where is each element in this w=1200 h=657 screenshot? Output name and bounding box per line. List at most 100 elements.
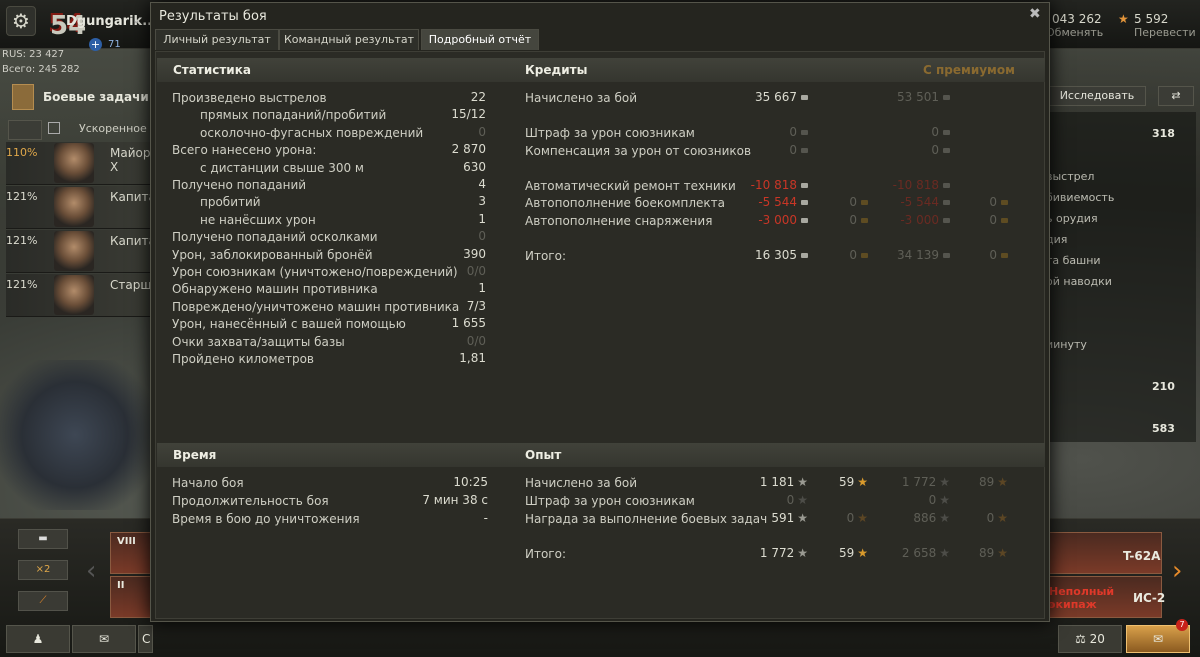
research-button[interactable]: Исследовать (1048, 86, 1146, 106)
filter-x2-button[interactable]: ×2 (18, 560, 68, 580)
free-xp-star-icon: ★ (997, 546, 1008, 560)
plus-icon[interactable]: + (89, 38, 102, 51)
credit-premium-value: -5 544 (856, 195, 950, 209)
tank-card[interactable]: T-62A (1048, 532, 1162, 574)
chat-icon[interactable]: ✉ (72, 625, 136, 653)
contacts-icon[interactable]: ♟ (6, 625, 70, 653)
crew-member[interactable]: 121% Старши (6, 274, 159, 317)
stat-value: 0/0 (466, 264, 486, 278)
credit-label: Начислено за бой (525, 91, 638, 105)
tank-name: ИС-2 (1133, 591, 1166, 605)
stat-label: Урон союзникам (уничтожено/повреждений) (172, 265, 458, 279)
credit-value: 0 (716, 143, 808, 157)
crew-portrait (54, 231, 94, 271)
filter-tank-icon[interactable]: ▬ (18, 529, 68, 549)
xp-header: Опыт (509, 443, 1045, 467)
stat-value: 1 655 (451, 316, 486, 331)
credit-premium-amount: -10 818 (892, 178, 939, 192)
xp-label: Итого: (525, 547, 566, 561)
tank-card[interactable]: VIII (110, 532, 152, 574)
total-rating: Всего: 245 282 (2, 64, 80, 75)
stat-value: 3 (478, 194, 486, 209)
right-line: ь орудия (1046, 212, 1098, 225)
close-icon[interactable]: ✖ (1029, 6, 1041, 22)
time-value: 10:25 (453, 475, 488, 489)
tasks-book-icon[interactable] (12, 84, 34, 110)
checkbox-icon[interactable] (48, 122, 60, 134)
chat-input[interactable]: С (138, 625, 153, 653)
carousel-right-arrow[interactable]: › (1172, 556, 1182, 586)
credits-icon (943, 148, 950, 153)
stat-label: осколочно-фугасных повреждений (200, 125, 424, 140)
xp-amount: 591 (771, 511, 795, 525)
tank-card[interactable]: Неполный экипаж ИС-2 (1048, 576, 1166, 618)
stat-label: прямых попаданий/пробитий (200, 108, 387, 123)
xp-premium-value: 2 658 ★ (856, 546, 950, 560)
settings-gear-icon[interactable]: ⚙ (6, 6, 36, 36)
xp-amount: 0 (786, 493, 795, 507)
stat-value: 630 (463, 159, 486, 174)
scales-count: 20 (1089, 632, 1105, 646)
tank-name: T-62A (1123, 549, 1161, 563)
crew-member[interactable]: 110% Майор Х (6, 142, 156, 185)
tab-detailed[interactable]: Подробный отчёт (421, 29, 539, 50)
tasks-label[interactable]: Боевые задачи (43, 90, 149, 104)
stat-label: Очки захвата/защиты базы (172, 334, 345, 349)
right-line: ой наводки (1046, 275, 1112, 288)
credits-icon (943, 218, 950, 223)
credit-premium-value: -3 000 (856, 213, 950, 227)
credits-icon (943, 253, 950, 258)
xp-premium-amount: 2 658 (901, 546, 937, 560)
crew-member[interactable]: 121% Капитан (6, 186, 164, 229)
free-xp-premium-amount: 89 (978, 546, 995, 560)
crew-portrait (54, 275, 94, 315)
stat-value: 1 (478, 281, 486, 296)
scales-button[interactable]: ⚖ 20 (1058, 625, 1122, 653)
transfer-link[interactable]: Перевести (1134, 26, 1196, 39)
stat-value: 7/3 (466, 298, 486, 313)
xp-value: 0 ★ (716, 493, 808, 507)
xp-premium-amount: 886 (913, 511, 937, 525)
crew-pct: 110% (6, 146, 38, 159)
xp-premium-amount: 0 (928, 493, 937, 507)
stat-value: 1,81 (459, 351, 486, 365)
carousel-left-arrow[interactable]: ‹ (86, 556, 96, 586)
stats-header: Статистика (157, 58, 515, 82)
credit-amount: 0 (789, 125, 797, 139)
stat-label: Пройдено километров (172, 352, 314, 366)
stat-label: Получено попаданий осколками (172, 230, 378, 245)
chevron-down-icon[interactable]: ⌄ (132, 15, 140, 26)
stat-label: пробитий (200, 195, 261, 210)
compare-icon[interactable]: ⇄ (1158, 86, 1194, 106)
gold-premium-amount: 0 (989, 248, 997, 262)
stat-value: 390 (463, 246, 486, 261)
free-xp-premium-amount: 89 (978, 475, 995, 489)
xp-value: 591 ★ (716, 511, 808, 525)
exchange-link[interactable]: Обменять (1046, 26, 1103, 39)
time-header: Время (157, 443, 515, 467)
xp-value: 1 181 ★ (716, 475, 808, 489)
crew-member[interactable]: 121% Капитан (6, 230, 164, 273)
gold-icon (1001, 200, 1008, 205)
battle-results-dialog: Результаты боя ✖ Личный результат Команд… (150, 2, 1050, 622)
free-xp-star-icon: ★ (997, 511, 1008, 525)
xp-label: Штраф за урон союзникам (525, 494, 695, 508)
right-num-2: 210 (1152, 380, 1175, 393)
tab-personal[interactable]: Личный результат (155, 29, 279, 50)
filter-arrow-icon[interactable]: ⟋ (18, 591, 68, 611)
crew-portrait (54, 143, 94, 183)
xp-value: 1 772 ★ (716, 546, 808, 560)
credit-amount: 35 667 (755, 90, 797, 104)
credit-value: -5 544 (716, 195, 808, 209)
right-line: бивиемость (1046, 191, 1115, 204)
time-label: Продолжительность боя (172, 494, 329, 508)
stat-label: Всего нанесено урона: (172, 143, 317, 158)
time-value: - (483, 511, 488, 525)
tab-team[interactable]: Командный результат (279, 29, 419, 50)
notification-badge: 7 (1176, 619, 1188, 631)
stat-label: с дистанции свыше 300 м (200, 160, 364, 175)
gold-premium-amount: 0 (989, 213, 997, 227)
crew-group-icon[interactable] (8, 120, 42, 140)
tank-tier: VIII (117, 536, 136, 547)
tank-card[interactable]: II (110, 576, 152, 618)
